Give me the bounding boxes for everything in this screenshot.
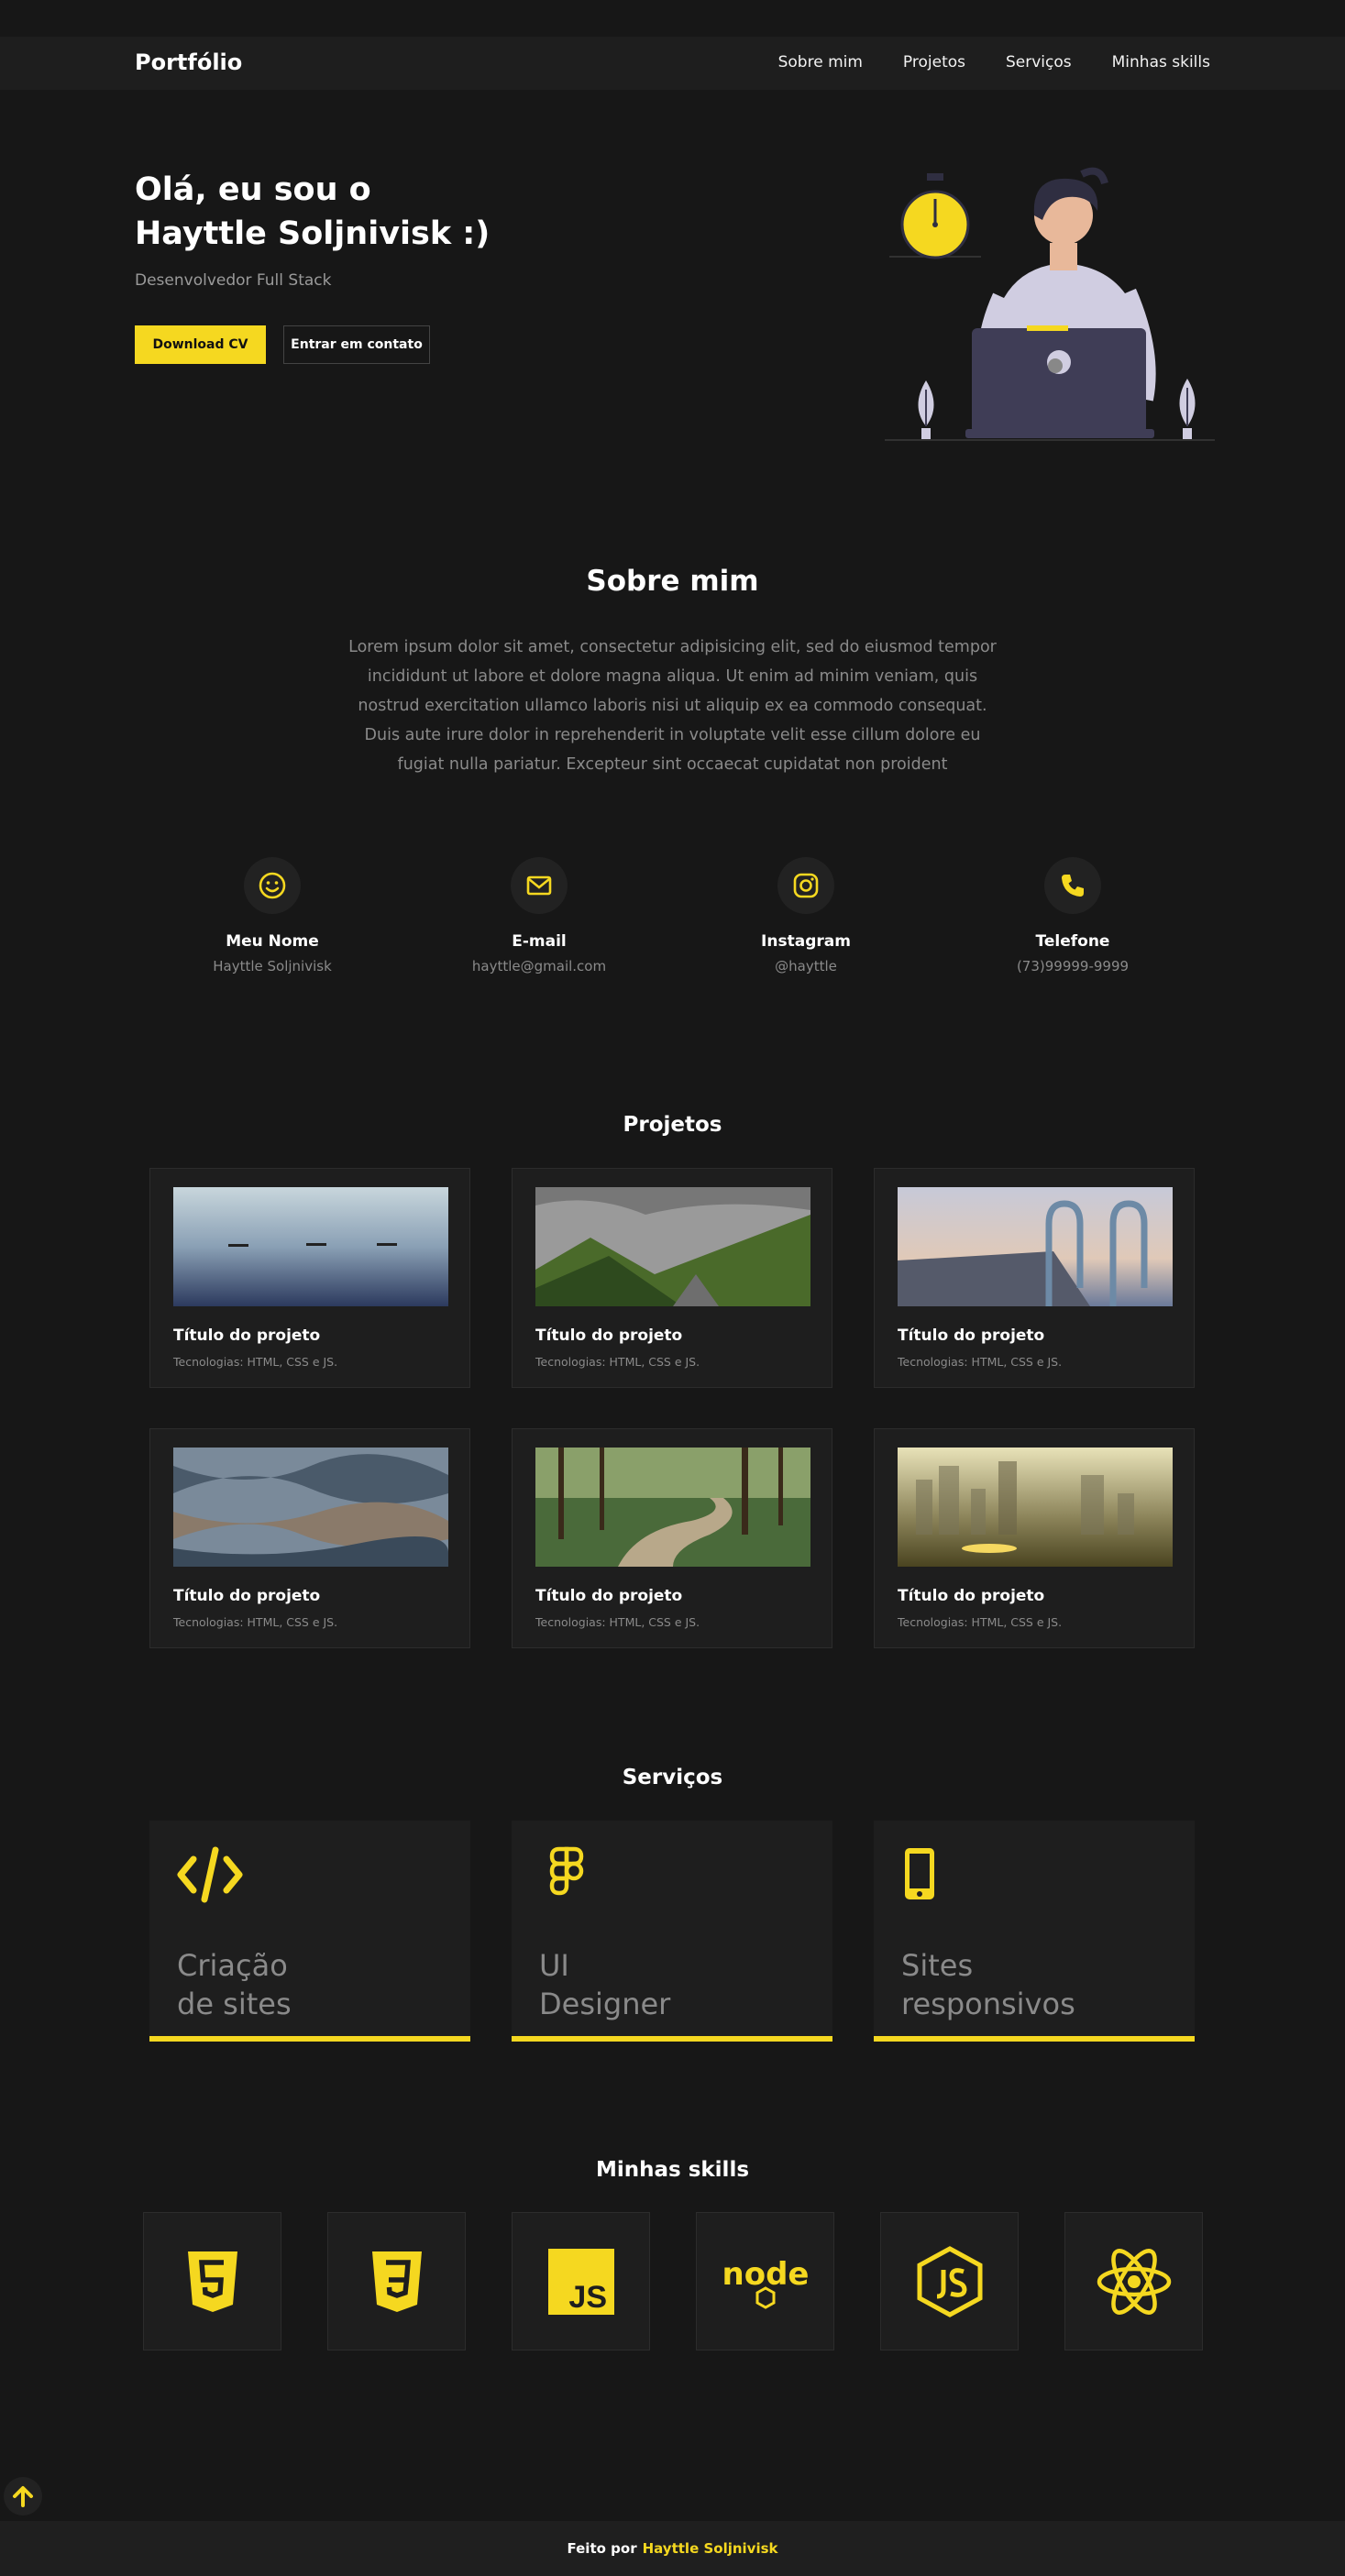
project-tech: Tecnologias: HTML, CSS e JS. (898, 1615, 1063, 1629)
service-card-sites[interactable]: Criação de sites (149, 1821, 470, 2042)
skills-title: Minhas skills (595, 2158, 750, 2182)
download-cv-button[interactable]: Download CV (135, 325, 266, 364)
html5-icon (187, 2251, 237, 2312)
skill-html5 (143, 2212, 281, 2350)
skill-nodejs: node (696, 2212, 834, 2350)
skill-javascript: JS (512, 2212, 650, 2350)
project-card[interactable]: Título do projeto Tecnologias: HTML, CSS… (149, 1168, 470, 1388)
project-title: Título do projeto (898, 1587, 1045, 1605)
service-name-line1: Criação (177, 1948, 288, 1983)
top-strip (0, 0, 1345, 37)
contact-value[interactable]: (73)99999-9999 (972, 958, 1174, 974)
contact-label: Telefone (1035, 932, 1110, 951)
contact-email: E-mail hayttle@gmail.com (438, 857, 640, 974)
contact-label: E-mail (512, 932, 567, 951)
skill-nodejs-hex (880, 2212, 1019, 2350)
react-icon (1097, 2248, 1171, 2315)
site-header: Portfólio Sobre mim Projetos Serviços Mi… (0, 37, 1345, 90)
contact-value: Hayttle Soljnivisk (213, 958, 332, 974)
contact-label: Meu Nome (226, 932, 319, 951)
contact-label: Instagram (761, 932, 851, 951)
service-name: UI Designer (539, 1946, 777, 2023)
project-image-valley (535, 1187, 810, 1306)
developer-illustration (885, 167, 1215, 441)
contact-button[interactable]: Entrar em contato (283, 325, 430, 364)
nav-link-skills[interactable]: Minhas skills (1112, 53, 1210, 72)
back-to-top-button[interactable] (4, 2477, 42, 2515)
project-tech: Tecnologias: HTML, CSS e JS. (535, 1615, 700, 1629)
project-title: Título do projeto (173, 1327, 321, 1345)
smile-icon (244, 857, 301, 914)
instagram-icon (777, 857, 834, 914)
contact-value[interactable]: hayttle@gmail.com (438, 958, 640, 974)
project-image-texture (173, 1448, 448, 1567)
footer-author[interactable]: Hayttle Soljnivisk (643, 2540, 778, 2557)
hero-title: Olá, eu sou o Hayttle Soljnivisk :) (135, 168, 490, 256)
nodejs-hex-icon (917, 2245, 982, 2317)
about-text: Lorem ipsum dolor sit amet, consectetur … (348, 638, 997, 774)
hero-title-line2: Hayttle Soljnivisk :) (135, 215, 491, 252)
project-image-city-fog (898, 1448, 1173, 1567)
javascript-icon: JS (547, 2248, 614, 2315)
project-title: Título do projeto (535, 1327, 683, 1345)
project-tech: Tecnologias: HTML, CSS e JS. (173, 1615, 338, 1629)
nav-link-servicos[interactable]: Serviços (1006, 53, 1072, 72)
skill-react (1064, 2212, 1203, 2350)
project-card[interactable]: Título do projeto Tecnologias: HTML, CSS… (874, 1168, 1195, 1388)
service-name-line1: Sites (901, 1948, 974, 1983)
code-icon (177, 1846, 243, 1903)
service-name: Criação de sites (177, 1946, 415, 2023)
phone-icon (1044, 857, 1101, 914)
service-name-line2: responsivos (901, 1987, 1075, 2021)
project-title: Título do projeto (535, 1587, 683, 1605)
figma-icon (549, 1846, 584, 1896)
stopwatch-icon (889, 173, 981, 259)
site-footer: Feito por Hayttle Soljnivisk (0, 2521, 1345, 2576)
contact-phone: Telefone (73)99999-9999 (972, 857, 1174, 974)
project-card[interactable]: Título do projeto Tecnologias: HTML, CSS… (512, 1168, 832, 1388)
skill-css3 (327, 2212, 466, 2350)
nodejs-icon: node (722, 2256, 809, 2309)
about-title: Sobre mim (586, 565, 759, 598)
service-name-line2: de sites (177, 1987, 292, 2021)
nav-link-sobre-mim[interactable]: Sobre mim (778, 53, 863, 72)
hero-subtitle: Desenvolvedor Full Stack (135, 271, 332, 290)
project-tech: Tecnologias: HTML, CSS e JS. (173, 1355, 338, 1369)
contact-name: Meu Nome Hayttle Soljnivisk (171, 857, 373, 974)
project-card[interactable]: Título do projeto Tecnologias: HTML, CSS… (512, 1428, 832, 1648)
envelope-icon (511, 857, 568, 914)
service-card-ui[interactable]: UI Designer (512, 1821, 832, 2042)
main-nav: Sobre mim Projetos Serviços Minhas skill… (778, 53, 1210, 72)
project-card[interactable]: Título do projeto Tecnologias: HTML, CSS… (874, 1428, 1195, 1648)
mobile-icon (905, 1848, 934, 1899)
service-name-line2: Designer (539, 1987, 671, 2021)
nav-link-projetos[interactable]: Projetos (903, 53, 965, 72)
project-image-sea (173, 1187, 448, 1306)
project-tech: Tecnologias: HTML, CSS e JS. (898, 1355, 1063, 1369)
project-card[interactable]: Título do projeto Tecnologias: HTML, CSS… (149, 1428, 470, 1648)
service-name: Sites responsivos (901, 1946, 1140, 2023)
project-title: Título do projeto (898, 1327, 1045, 1345)
service-card-responsive[interactable]: Sites responsivos (874, 1821, 1195, 2042)
projects-title: Projetos (623, 1113, 722, 1137)
logo[interactable]: Portfólio (135, 50, 242, 75)
contact-value[interactable]: @hayttle (705, 958, 907, 974)
footer-prefix: Feito por (567, 2540, 637, 2557)
css3-icon (371, 2251, 422, 2312)
arrow-up-icon (13, 2486, 33, 2507)
project-title: Título do projeto (173, 1587, 321, 1605)
project-image-pier (898, 1187, 1173, 1306)
js-text: JS (568, 2280, 607, 2315)
contact-instagram: Instagram @hayttle (705, 857, 907, 974)
service-name-line1: UI (539, 1948, 569, 1983)
hero-title-line1: Olá, eu sou o (135, 171, 371, 208)
services-title: Serviços (622, 1766, 723, 1789)
project-image-forest-road (535, 1448, 810, 1567)
project-tech: Tecnologias: HTML, CSS e JS. (535, 1355, 700, 1369)
